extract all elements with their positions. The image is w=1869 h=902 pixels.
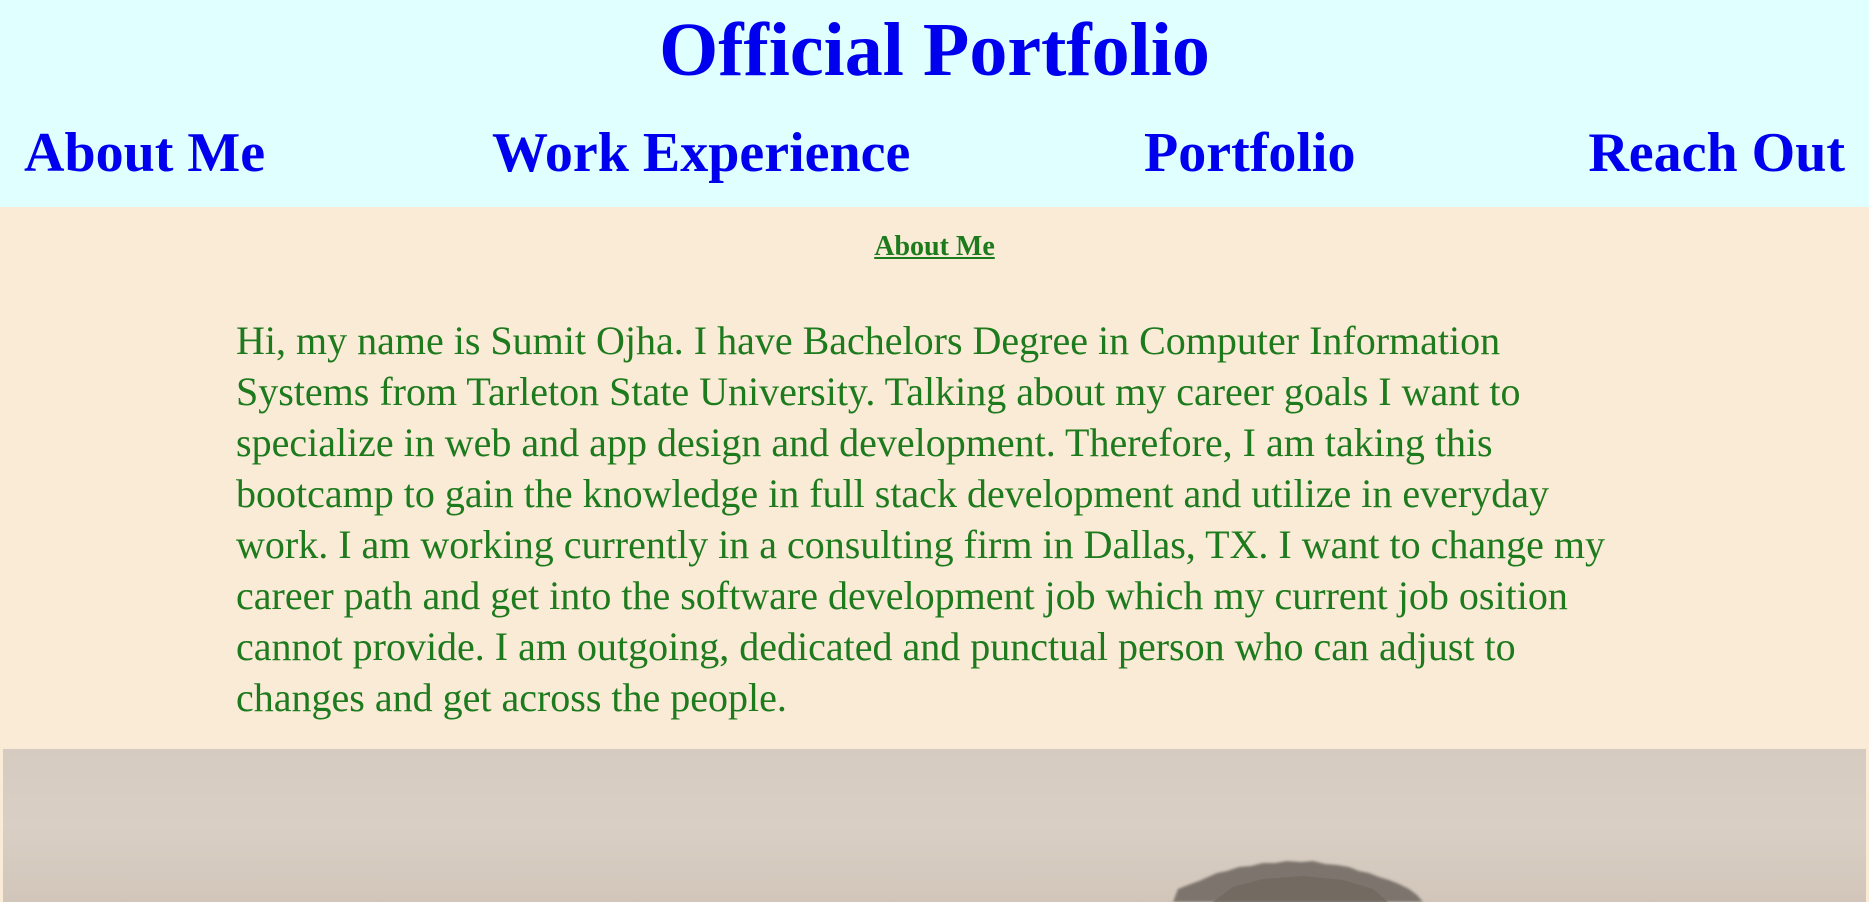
about-me-bio: Hi, my name is Sumit Ojha. I have Bachel…: [236, 318, 1605, 720]
nav-link-portfolio[interactable]: Portfolio: [1144, 118, 1355, 188]
nav-link-work-experience[interactable]: Work Experience: [492, 118, 910, 188]
site-header: Official Portfolio About Me Work Experie…: [0, 0, 1869, 207]
nav-link-reach-out[interactable]: Reach Out: [1588, 118, 1845, 188]
site-title: Official Portfolio: [659, 8, 1210, 92]
main-nav: About Me Work Experience Portfolio Reach…: [0, 118, 1869, 188]
tree-silhouette: [1173, 861, 1423, 902]
about-me-heading: About Me: [874, 231, 995, 262]
nav-link-about-me[interactable]: About Me: [24, 118, 265, 188]
main-content: About Me Hi, my name is Sumit Ojha. I ha…: [0, 207, 1869, 902]
landscape-photo: [3, 749, 1866, 902]
